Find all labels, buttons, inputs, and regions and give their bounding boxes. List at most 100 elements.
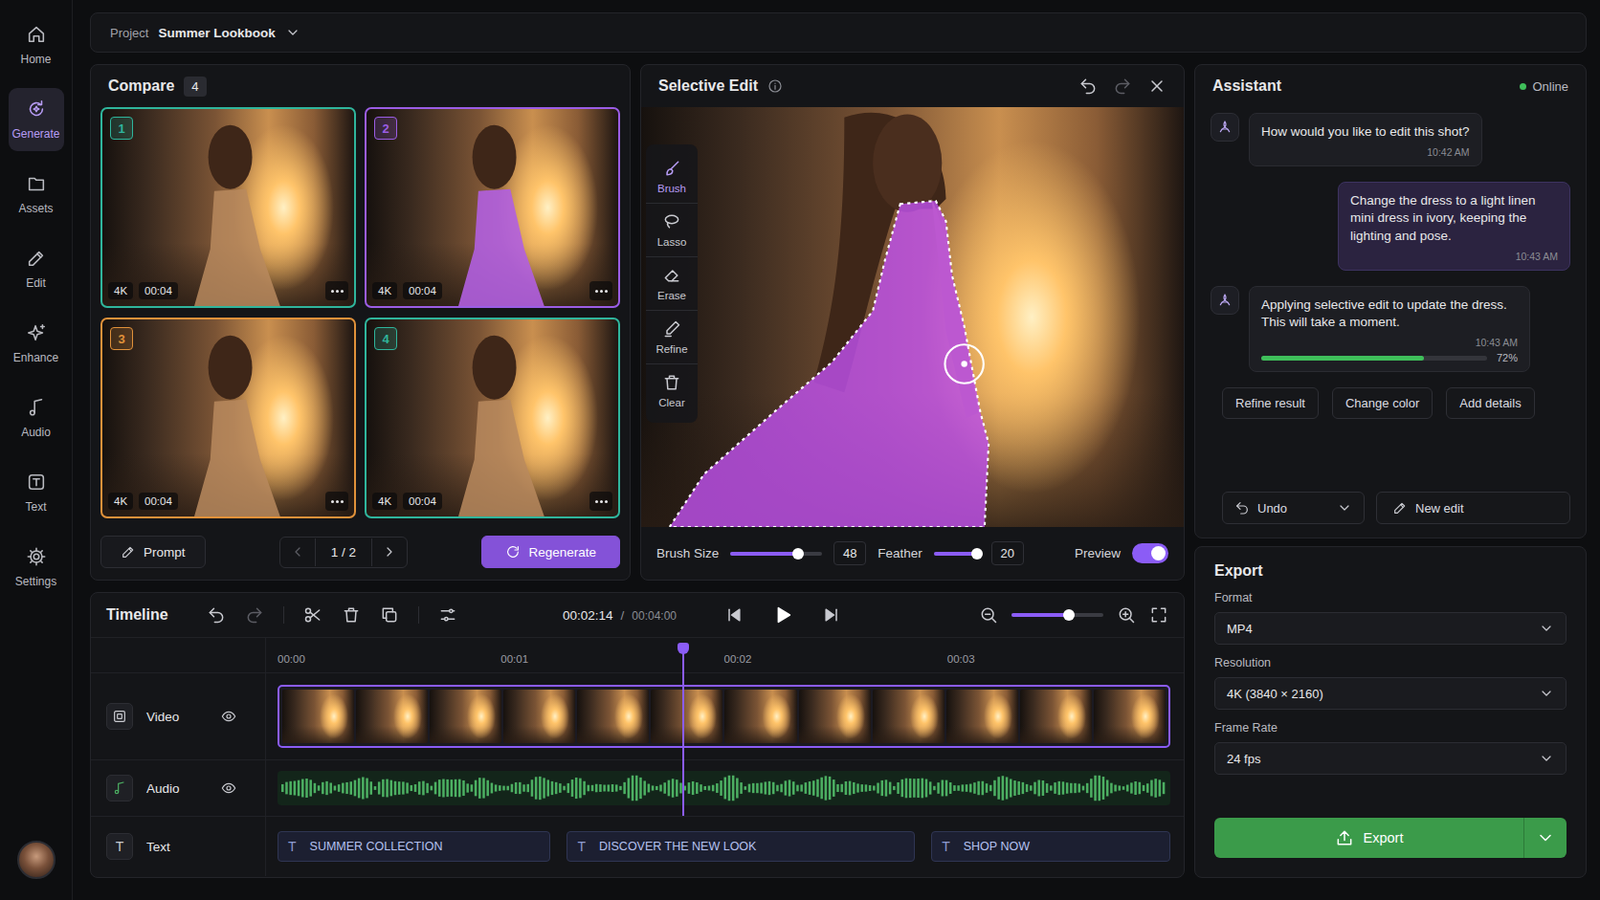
text-clip[interactable]: TDISCOVER THE NEW LOOK <box>566 831 915 863</box>
next-page-button[interactable] <box>372 544 407 560</box>
sidebar-item[interactable]: Settings <box>8 535 65 600</box>
zoom-in-icon[interactable] <box>1116 605 1136 625</box>
time-display: 00:02:14/00:04:00 <box>562 608 677 623</box>
figure-image <box>366 319 619 517</box>
scissors-icon[interactable] <box>303 605 323 625</box>
quick-action-button[interactable]: Refine result <box>1222 387 1319 420</box>
field-label: Format <box>1214 591 1567 605</box>
zoom-slider[interactable] <box>1011 613 1104 618</box>
quick-action-button[interactable]: Change color <box>1332 387 1433 420</box>
slider-value[interactable]: 20 <box>991 541 1024 566</box>
chevron-down-icon <box>1336 500 1353 516</box>
info-icon[interactable] <box>767 78 783 94</box>
trash-icon[interactable] <box>341 605 361 625</box>
track-row: TTextTSUMMER COLLECTIONTDISCOVER THE NEW… <box>90 816 1184 877</box>
video-frame <box>1093 689 1166 744</box>
resolution-chip: 4K <box>372 492 398 511</box>
tool-button[interactable]: Erase <box>645 257 698 312</box>
sidebar-item[interactable]: Generate <box>8 88 65 152</box>
audio-clip[interactable] <box>277 771 1171 806</box>
sidebar-item[interactable]: Text <box>8 461 65 525</box>
export-field: Format MP4 <box>1214 591 1567 645</box>
variant-card[interactable]: 34K00:04 <box>100 317 356 519</box>
user-avatar[interactable] <box>17 841 56 880</box>
more-button[interactable] <box>589 491 613 512</box>
redo-icon[interactable] <box>244 605 265 625</box>
tool-button[interactable]: Clear <box>645 364 698 418</box>
text-clip[interactable]: TSHOP NOW <box>931 831 1171 863</box>
edit-actions <box>1078 76 1167 96</box>
variant-card[interactable]: 1 4K00:04 <box>100 107 356 309</box>
select[interactable]: 4K (3840 × 2160) <box>1214 677 1567 711</box>
track-icon: T <box>106 833 134 861</box>
skip-forward-icon[interactable] <box>822 605 842 625</box>
prev-page-button[interactable] <box>280 544 315 560</box>
slider-value[interactable]: 48 <box>833 541 867 566</box>
edit-canvas[interactable]: BrushLassoEraseRefineClear <box>641 107 1184 528</box>
slider[interactable] <box>933 552 980 556</box>
variant-number: 1 <box>110 116 134 140</box>
duplicate-icon[interactable] <box>379 605 400 625</box>
sidebar-item[interactable]: Edit <box>8 237 65 301</box>
regenerate-button[interactable]: Regenerate <box>481 535 621 569</box>
figure-image <box>102 319 355 517</box>
figure-image <box>366 109 619 307</box>
panel-title: Selective Edit <box>658 77 758 95</box>
film-icon <box>111 709 128 725</box>
slider-label: Feather <box>877 546 923 561</box>
undo-icon[interactable] <box>1078 76 1098 96</box>
chat-message: Change the dress to a light linen mini d… <box>1210 181 1571 271</box>
redo-icon[interactable] <box>1112 76 1133 96</box>
export-button[interactable]: Export <box>1214 818 1567 859</box>
track-name: Audio <box>146 781 180 797</box>
close-icon[interactable] <box>1147 76 1167 96</box>
undo-icon[interactable] <box>206 605 226 625</box>
more-button[interactable] <box>325 281 349 301</box>
quick-action-button[interactable]: Add details <box>1445 387 1534 420</box>
preview-toggle[interactable] <box>1132 543 1169 564</box>
play-icon[interactable] <box>772 604 794 626</box>
playhead[interactable] <box>682 643 685 817</box>
export-field: Resolution4K (3840 × 2160) <box>1214 656 1567 711</box>
zoom-out-icon[interactable] <box>978 605 999 625</box>
text-clip[interactable]: TSUMMER COLLECTION <box>277 831 551 863</box>
sidebar-item[interactable]: Audio <box>8 386 65 450</box>
tool-button[interactable]: Brush <box>645 150 698 204</box>
sidebar-item[interactable]: Enhance <box>8 311 65 376</box>
video-clip[interactable] <box>277 685 1171 749</box>
chevron-down-icon[interactable] <box>285 24 301 41</box>
select[interactable]: 24 fps <box>1214 742 1567 776</box>
tool-button[interactable]: Lasso <box>645 203 698 258</box>
export-options-button[interactable] <box>1523 818 1567 859</box>
video-frame <box>429 689 502 744</box>
duration-chip: 00:04 <box>138 492 178 511</box>
video-frame <box>1020 689 1092 744</box>
sidebar-item[interactable]: Home <box>8 13 65 77</box>
variant-card[interactable]: 44K00:04 <box>364 317 621 519</box>
chat-message: Applying selective edit to update the dr… <box>1210 286 1571 373</box>
variant-card[interactable]: 24K00:04 <box>364 107 621 309</box>
project-selector[interactable]: Summer Lookbook <box>157 25 275 41</box>
new-edit-button[interactable]: New edit <box>1376 491 1571 525</box>
more-button[interactable] <box>589 281 613 301</box>
sidebar-label: Settings <box>15 575 57 589</box>
variant-footer: 4K00:04 <box>108 281 349 301</box>
workspace: ProjectSummer LookbookCompare414K00:0424… <box>72 0 1600 900</box>
tool-button[interactable]: Refine <box>645 311 698 365</box>
eye-icon[interactable] <box>221 709 237 725</box>
undo-icon <box>1234 500 1250 516</box>
undo-button[interactable]: Undo <box>1222 491 1365 525</box>
nav-icon <box>25 98 47 120</box>
sidebar-item[interactable]: Assets <box>8 162 65 226</box>
prompt-button[interactable]: Prompt <box>100 535 206 569</box>
slider[interactable] <box>730 552 823 556</box>
more-button[interactable] <box>325 491 349 512</box>
pencil-icon <box>1392 500 1408 516</box>
fullscreen-icon[interactable] <box>1149 605 1169 625</box>
eye-icon[interactable] <box>221 780 237 797</box>
select[interactable]: MP4 <box>1214 612 1567 645</box>
track-row: Audio <box>90 759 1184 817</box>
adjust-icon[interactable] <box>438 605 458 625</box>
tool-rail: BrushLassoEraseRefineClear <box>645 144 698 423</box>
skip-back-icon[interactable] <box>724 605 744 625</box>
